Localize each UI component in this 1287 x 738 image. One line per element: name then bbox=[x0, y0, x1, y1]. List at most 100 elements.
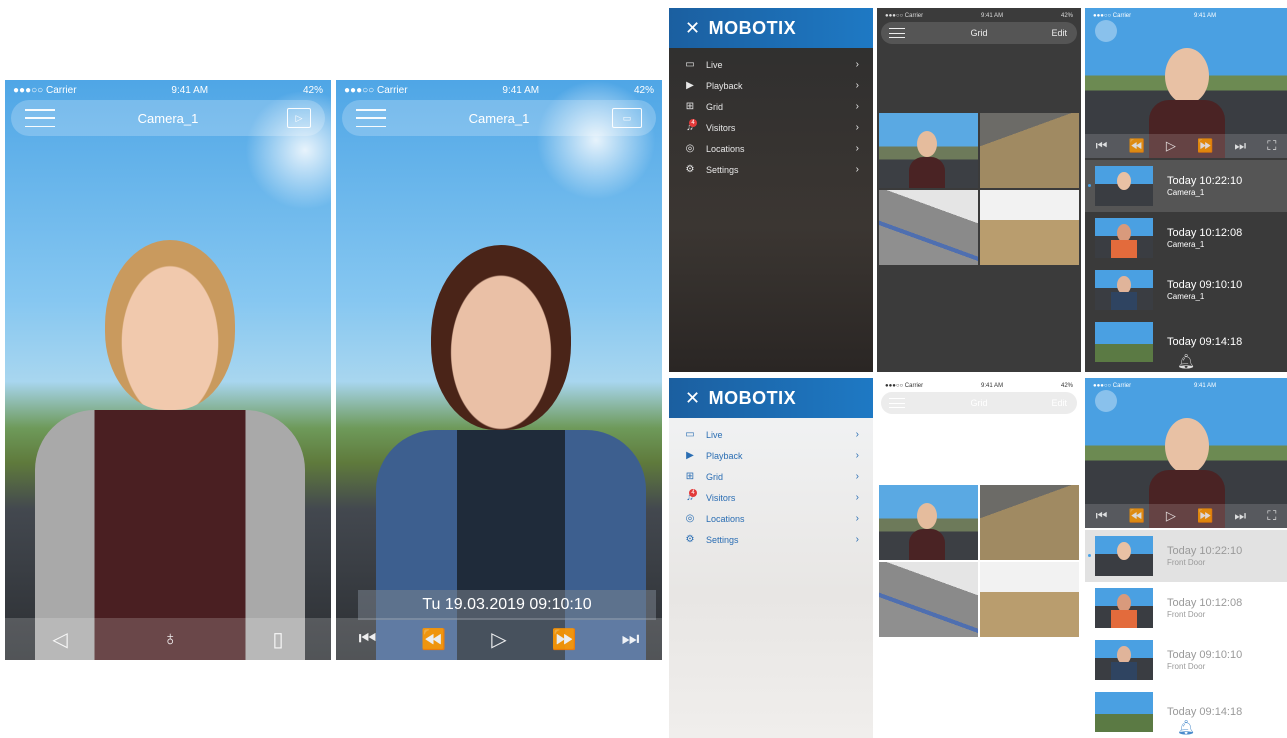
play-icon[interactable]: ▷ bbox=[1166, 138, 1176, 154]
skip-end-icon[interactable]: ⏭ bbox=[1234, 508, 1246, 524]
menu-icon[interactable] bbox=[25, 109, 55, 127]
menu-item-visitors[interactable]: ♫ 4 Visitors › bbox=[683, 487, 861, 508]
visitor-video: ●●●○○ Carrier 9:41 AM ⏮ ⏪ ▷ ⏩ ⏭ ⛶ bbox=[1085, 378, 1287, 528]
fullscreen-icon[interactable]: ⛶ bbox=[1267, 138, 1276, 154]
list-item[interactable]: Today 10:12:08 Front Door bbox=[1085, 582, 1287, 634]
door-open-icon[interactable]: ▯ bbox=[273, 627, 284, 652]
grid-tile-camera-4[interactable] bbox=[980, 190, 1079, 265]
chevron-right-icon: › bbox=[855, 122, 859, 133]
visit-time: Today 09:10:10 bbox=[1167, 649, 1243, 661]
visit-time: Today 09:10:10 bbox=[1167, 279, 1243, 291]
playback-icon[interactable]: ▷ bbox=[287, 108, 311, 128]
menu-screen-dark: ✕ MOBOTIX ▭ Live › ▶ Playback › ⊞ Grid › ♫ 4 Vis… bbox=[669, 8, 873, 372]
live-view-screen: ●●●○○ Carrier 9:41 AM 42% Camera_1 ▷ ◁ ♁… bbox=[5, 80, 331, 660]
microphone-icon[interactable]: ♁ bbox=[163, 628, 178, 651]
visitor-face bbox=[105, 240, 235, 410]
rewind-icon[interactable]: ⏪ bbox=[421, 627, 446, 652]
grid-title: Grid bbox=[970, 398, 988, 408]
visit-camera: Front Door bbox=[1167, 558, 1206, 567]
grid-tile-camera-3[interactable] bbox=[879, 190, 978, 265]
menu-item-locations[interactable]: ◎ Locations › bbox=[683, 138, 861, 159]
playback-timestamp: Tu 19.03.2019 09:10:10 bbox=[358, 590, 656, 620]
grid-tile-camera-1[interactable] bbox=[879, 113, 978, 188]
menu-item-locations[interactable]: ◎ Locations › bbox=[683, 508, 861, 529]
visitor-thumbnail bbox=[1095, 588, 1153, 628]
menu-item-label: Live bbox=[706, 59, 723, 70]
grid-screen-light: ●●●○○ Carrier 9:41 AM 42% Grid Edit bbox=[877, 378, 1081, 738]
play-icon: ▶ bbox=[686, 450, 694, 461]
camera-title: Camera_1 bbox=[137, 110, 199, 126]
visitor-thumbnail bbox=[1095, 218, 1153, 258]
chevron-right-icon: › bbox=[855, 513, 859, 524]
close-icon[interactable]: ✕ bbox=[685, 18, 701, 39]
menu-item-settings[interactable]: ⚙ Settings › bbox=[683, 529, 861, 550]
edit-button[interactable]: Edit bbox=[1051, 398, 1067, 408]
visit-time: Today 09:14:18 bbox=[1167, 706, 1243, 718]
skip-start-icon[interactable]: ⏮ bbox=[358, 628, 376, 651]
menu-item-grid[interactable]: ⊞ Grid › bbox=[683, 96, 861, 117]
skip-start-icon[interactable]: ⏮ bbox=[1096, 138, 1108, 154]
grid-tile-camera-1[interactable] bbox=[879, 485, 978, 560]
visitor-thumbnail bbox=[1095, 270, 1153, 310]
grid-nav-bar: Grid Edit bbox=[881, 392, 1077, 414]
visitor-face bbox=[431, 245, 571, 430]
menu-item-label: Grid bbox=[706, 101, 724, 112]
play-icon[interactable]: ▷ bbox=[1166, 508, 1176, 524]
fast-forward-icon[interactable]: ⏩ bbox=[1197, 138, 1213, 154]
visit-time: Today 10:12:08 bbox=[1167, 597, 1243, 609]
grid-tile-camera-2[interactable] bbox=[980, 485, 1079, 560]
edit-button[interactable]: Edit bbox=[1051, 28, 1067, 38]
menu-item-visitors[interactable]: ♫ 4 Visitors › bbox=[683, 117, 861, 138]
menu-icon[interactable] bbox=[889, 398, 905, 408]
close-icon[interactable]: ✕ bbox=[685, 388, 701, 409]
top-nav-bar: Camera_1 ▷ bbox=[11, 100, 325, 136]
fast-forward-icon[interactable]: ⏩ bbox=[552, 627, 577, 652]
list-item[interactable]: Today 09:10:10 Camera_1 bbox=[1085, 264, 1287, 316]
menu-item-grid[interactable]: ⊞ Grid › bbox=[683, 466, 861, 487]
grid-tile-camera-3[interactable] bbox=[879, 562, 978, 637]
skip-end-icon[interactable]: ⏭ bbox=[621, 628, 639, 651]
menu-item-playback[interactable]: ▶ Playback › bbox=[683, 445, 861, 466]
menu-item-label: Visitors bbox=[706, 122, 736, 133]
skip-end-icon[interactable]: ⏭ bbox=[1234, 138, 1246, 154]
battery-label: 42% bbox=[633, 84, 654, 96]
visit-camera: Camera_1 bbox=[1167, 188, 1205, 197]
grid-tile-camera-2[interactable] bbox=[980, 113, 1079, 188]
grid-tile-camera-4[interactable] bbox=[980, 562, 1079, 637]
gear-icon: ⚙ bbox=[685, 164, 695, 175]
list-item[interactable]: Today 10:12:08 Camera_1 bbox=[1085, 212, 1287, 264]
visitor-video: ●●●○○ Carrier 9:41 AM ⏮ ⏪ ▷ ⏩ ⏭ ⛶ bbox=[1085, 8, 1287, 158]
carrier-label: ●●●○○ Carrier bbox=[885, 13, 924, 19]
carrier-label: ●●●○○ Carrier bbox=[344, 84, 408, 96]
menu-item-live[interactable]: ▭ Live › bbox=[683, 424, 861, 445]
menu-header: ✕ MOBOTIX bbox=[669, 378, 873, 418]
camera-title: Camera_1 bbox=[468, 110, 530, 126]
skip-start-icon[interactable]: ⏮ bbox=[1096, 508, 1108, 524]
rewind-icon[interactable]: ⏪ bbox=[1128, 138, 1144, 154]
live-camera-icon[interactable]: ▭ bbox=[612, 108, 642, 128]
list-item[interactable]: Today 10:22:10 Front Door bbox=[1085, 530, 1287, 582]
menu-icon[interactable] bbox=[889, 28, 905, 38]
camera-icon: ▭ bbox=[685, 429, 695, 440]
fast-forward-icon[interactable]: ⏩ bbox=[1197, 508, 1213, 524]
menu-screen-light: ✕ MOBOTIX ▭ Live › ▶ Playback › ⊞ Grid › ♫ 4 Vis… bbox=[669, 378, 873, 738]
list-item[interactable]: Today 10:22:10 Camera_1 bbox=[1085, 160, 1287, 212]
menu-item-playback[interactable]: ▶ Playback › bbox=[683, 75, 861, 96]
location-icon: ◎ bbox=[685, 143, 695, 154]
bell-icon[interactable]: 🔔︎ bbox=[1085, 719, 1287, 736]
menu-icon[interactable] bbox=[1095, 20, 1117, 42]
bell-icon[interactable]: 🔔︎ bbox=[1085, 353, 1287, 370]
menu-icon[interactable] bbox=[1095, 390, 1117, 412]
visit-time: Today 10:22:10 bbox=[1167, 175, 1243, 187]
status-bar: ●●●○○ Carrier 9:41 AM 42% bbox=[336, 82, 662, 98]
play-icon[interactable]: ▷ bbox=[491, 627, 506, 652]
list-item[interactable]: Today 09:10:10 Front Door bbox=[1085, 634, 1287, 686]
speaker-icon[interactable]: ◁ bbox=[52, 627, 67, 652]
menu-item-live[interactable]: ▭ Live › bbox=[683, 54, 861, 75]
menu-item-settings[interactable]: ⚙ Settings › bbox=[683, 159, 861, 180]
rewind-icon[interactable]: ⏪ bbox=[1128, 508, 1144, 524]
fullscreen-icon[interactable]: ⛶ bbox=[1267, 508, 1276, 524]
menu-icon[interactable] bbox=[356, 109, 386, 127]
visitors-badge: 4 bbox=[689, 489, 697, 497]
playback-screen: ●●●○○ Carrier 9:41 AM 42% Camera_1 ▭ Tu … bbox=[336, 80, 662, 660]
